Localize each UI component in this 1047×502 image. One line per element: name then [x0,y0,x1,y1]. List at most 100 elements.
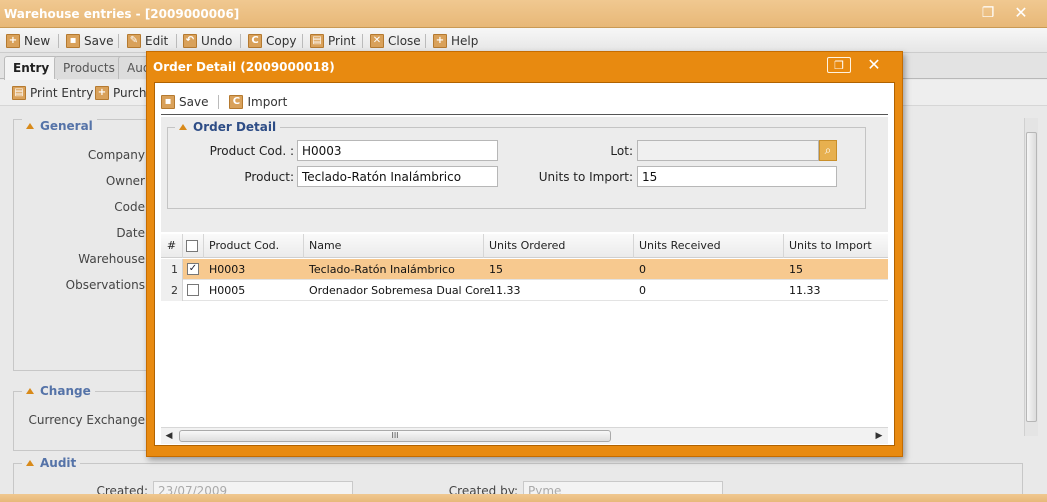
select-all-cell [183,234,204,258]
change-legend[interactable]: Change [22,384,95,398]
toolbar-separator [302,34,303,48]
main-toolbar: + New ▪ Save ✎ Edit ↶ Undo C Copy ▤ Print ✕ Clo… [0,28,1047,53]
owner-label: Owner [105,174,145,188]
undo-icon: ↶ [183,34,197,48]
tab-entry[interactable]: Entry [4,56,59,80]
save-button[interactable]: ▪ Save [66,32,113,50]
cell-units-ordered: 15 [489,263,503,276]
cell-units-to-import: 11.33 [789,284,821,297]
currency-exchange-label: Currency Exchange [28,413,145,427]
close-button[interactable]: ✕ Close [370,32,421,50]
toolbar-separator [58,34,59,48]
dialog-titlebar[interactable]: Order Detail (2009000018) ❐ ✕ [147,52,902,80]
cell-units-received: 0 [639,284,646,297]
close-icon[interactable]: ✕ [1010,4,1032,22]
warehouse-label: Warehouse [78,252,145,266]
undo-button[interactable]: ↶ Undo [183,32,232,50]
vertical-scrollbar[interactable] [1024,118,1038,436]
new-button[interactable]: + New [6,32,50,50]
close-x-icon: ✕ [370,34,384,48]
order-detail-form: Order Detail Product Cod. : H0003 Produc… [161,117,888,232]
cell-units-to-import: 15 [789,263,803,276]
copy-button[interactable]: C Copy [248,32,296,50]
tab-products[interactable]: Products [54,56,124,79]
collapse-icon [26,123,34,129]
general-legend[interactable]: General [22,119,97,133]
cell-product-code: H0003 [209,263,246,276]
column-header-product-code[interactable]: Product Cod. [204,234,304,258]
scroll-left-icon[interactable]: ◀ [163,430,175,442]
edit-icon: ✎ [127,34,141,48]
toolbar-separator [218,94,220,109]
scrollbar-thumb[interactable]: III [179,430,611,442]
printer-icon: ▤ [12,86,26,100]
cell-name: Ordenador Sobremesa Dual Core [309,284,491,297]
product-code-label: Product Cod. : [209,144,294,158]
print-button[interactable]: ▤ Print [310,32,356,50]
column-header-number: # [161,234,183,258]
product-input[interactable]: Teclado-Ratón Inalámbrico [297,166,498,187]
order-lines-grid: # Product Cod. Name Units Ordered Units … [161,234,888,445]
copy-icon: C [248,34,262,48]
row-number: 1 [161,259,183,280]
horizontal-scrollbar[interactable]: ◀ III ▶ [161,427,888,444]
scrollbar-thumb[interactable] [1026,132,1037,422]
dialog-save-button[interactable]: ▪ Save [161,93,208,111]
select-all-checkbox[interactable] [186,240,198,252]
code-label: Code [114,200,145,214]
table-row[interactable]: 2 H0005 Ordenador Sobremesa Dual Core 11… [161,280,888,301]
toolbar-separator [425,34,426,48]
row-checkbox[interactable]: ✓ [187,263,199,275]
help-icon: + [433,34,447,48]
bottom-bar [0,494,1047,502]
cell-product-code: H0005 [209,284,246,297]
product-label: Product: [244,170,294,184]
audit-legend[interactable]: Audit [22,456,81,470]
dialog-toolbar: ▪ Save C Import [161,89,888,115]
grid-header: # Product Cod. Name Units Ordered Units … [161,234,888,258]
date-label: Date [116,226,145,240]
lot-search-icon[interactable]: ⌕ [819,140,837,161]
lot-input[interactable] [637,140,819,161]
column-header-units-to-import[interactable]: Units to Import [784,234,888,258]
background-titlebar: Warehouse entries - [2009000006] ❐ ✕ [0,0,1047,28]
cell-units-ordered: 11.33 [489,284,521,297]
row-checkbox[interactable] [187,284,199,296]
close-icon[interactable]: ✕ [862,57,886,73]
company-label: Company [87,148,145,162]
units-to-import-label: Units to Import: [538,170,633,184]
import-icon: C [229,94,244,109]
column-header-name[interactable]: Name [304,234,484,258]
restore-icon[interactable]: ❐ [827,57,851,73]
collapse-icon [26,460,34,466]
cell-name: Teclado-Ratón Inalámbrico [309,263,455,276]
order-detail-legend[interactable]: Order Detail [175,120,281,134]
plus-icon: + [6,34,20,48]
column-header-units-received[interactable]: Units Received [634,234,784,258]
units-to-import-input[interactable]: 15 [637,166,837,187]
dialog-body: ▪ Save C Import Order Detail Product Cod. … [154,82,895,446]
collapse-icon [26,388,34,394]
toolbar-separator [118,34,119,48]
table-row[interactable]: 1 ✓ H0003 Teclado-Ratón Inalámbrico 15 0… [161,259,888,280]
tab-audit[interactable]: Aud [118,56,148,79]
row-number: 2 [161,280,183,301]
save-icon: ▪ [66,34,80,48]
product-code-input[interactable]: H0003 [297,140,498,161]
scroll-right-icon[interactable]: ▶ [873,430,885,442]
background-title: Warehouse entries - [2009000006] [4,7,240,21]
dialog-title: Order Detail (2009000018) [153,60,335,74]
plus-icon: + [95,86,109,100]
save-icon: ▪ [161,94,175,109]
import-button[interactable]: C Import [229,93,287,111]
column-header-units-ordered[interactable]: Units Ordered [484,234,634,258]
print-entry-button[interactable]: ▤ Print Entry [12,84,93,102]
lot-label: Lot: [610,144,633,158]
help-button[interactable]: + Help [433,32,478,50]
toolbar-separator [240,34,241,48]
toolbar-separator [362,34,363,48]
restore-icon[interactable]: ❐ [977,4,999,22]
collapse-icon [179,124,187,130]
printer-icon: ▤ [310,34,324,48]
edit-button[interactable]: ✎ Edit [127,32,168,50]
